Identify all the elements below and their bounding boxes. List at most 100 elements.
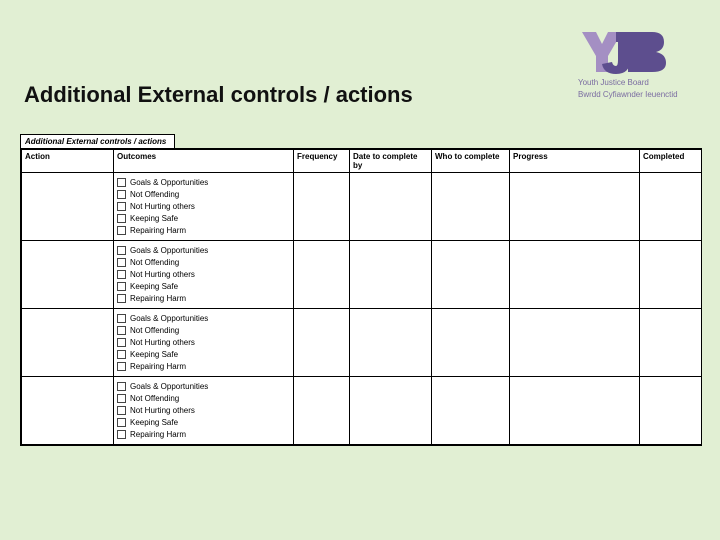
outcome-option: Keeping Safe [117,213,290,224]
cell-action[interactable] [22,309,114,377]
cell-action[interactable] [22,377,114,445]
section-heading: Additional External controls / actions [20,134,175,148]
cell-who[interactable] [432,241,510,309]
outcome-option: Repairing Harm [117,429,290,440]
cell-date[interactable] [350,309,432,377]
outcome-label: Not Hurting others [130,405,195,416]
outcome-label: Goals & Opportunities [130,381,208,392]
outcome-option: Not Offending [117,257,290,268]
cell-date[interactable] [350,377,432,445]
outcome-label: Repairing Harm [130,429,186,440]
outcome-label: Keeping Safe [130,417,178,428]
cell-completed[interactable] [640,241,702,309]
outcome-label: Goals & Opportunities [130,177,208,188]
outcome-option: Not Hurting others [117,269,290,280]
checkbox-icon[interactable] [117,214,126,223]
col-progress: Progress [510,150,640,173]
cell-who[interactable] [432,173,510,241]
outcome-option: Repairing Harm [117,361,290,372]
yjb-logo-icon [578,32,698,76]
checkbox-icon[interactable] [117,418,126,427]
checkbox-icon[interactable] [117,382,126,391]
checkbox-icon[interactable] [117,282,126,291]
cell-action[interactable] [22,241,114,309]
outcome-label: Keeping Safe [130,213,178,224]
outcome-option: Keeping Safe [117,417,290,428]
outcome-label: Repairing Harm [130,361,186,372]
col-frequency: Frequency [294,150,350,173]
checkbox-icon[interactable] [117,338,126,347]
cell-frequency[interactable] [294,241,350,309]
checkbox-icon[interactable] [117,226,126,235]
page-title: Additional External controls / actions [24,82,413,108]
checkbox-icon[interactable] [117,246,126,255]
cell-frequency[interactable] [294,309,350,377]
outcome-option: Keeping Safe [117,349,290,360]
col-completed: Completed [640,150,702,173]
outcome-label: Keeping Safe [130,349,178,360]
checkbox-icon[interactable] [117,394,126,403]
cell-progress[interactable] [510,173,640,241]
cell-completed[interactable] [640,377,702,445]
col-outcomes: Outcomes [114,150,294,173]
outcome-label: Goals & Opportunities [130,245,208,256]
cell-who[interactable] [432,377,510,445]
col-date: Date to complete by [350,150,432,173]
cell-date[interactable] [350,173,432,241]
checkbox-icon[interactable] [117,406,126,415]
outcome-option: Not Offending [117,189,290,200]
brand-logo: Youth Justice Board Bwrdd Cyfiawnder Ieu… [578,32,698,102]
outcome-label: Keeping Safe [130,281,178,292]
table-header-row: Action Outcomes Frequency Date to comple… [22,150,702,173]
outcome-label: Goals & Opportunities [130,313,208,324]
cell-outcomes: Goals & OpportunitiesNot OffendingNot Hu… [114,377,294,445]
table-row: Goals & OpportunitiesNot OffendingNot Hu… [22,173,702,241]
checkbox-icon[interactable] [117,294,126,303]
outcome-option: Not Offending [117,393,290,404]
outcome-label: Not Hurting others [130,337,195,348]
cell-who[interactable] [432,309,510,377]
outcome-label: Repairing Harm [130,293,186,304]
outcome-option: Not Hurting others [117,201,290,212]
outcome-label: Not Offending [130,393,179,404]
col-action: Action [22,150,114,173]
cell-completed[interactable] [640,309,702,377]
cell-progress[interactable] [510,309,640,377]
cell-progress[interactable] [510,241,640,309]
outcome-option: Repairing Harm [117,225,290,236]
checkbox-icon[interactable] [117,258,126,267]
cell-progress[interactable] [510,377,640,445]
outcome-option: Goals & Opportunities [117,177,290,188]
table-row: Goals & OpportunitiesNot OffendingNot Hu… [22,309,702,377]
cell-outcomes: Goals & OpportunitiesNot OffendingNot Hu… [114,241,294,309]
cell-date[interactable] [350,241,432,309]
outcome-option: Not Hurting others [117,405,290,416]
checkbox-icon[interactable] [117,326,126,335]
checkbox-icon[interactable] [117,178,126,187]
checkbox-icon[interactable] [117,430,126,439]
outcome-label: Not Offending [130,325,179,336]
outcome-option: Repairing Harm [117,293,290,304]
checkbox-icon[interactable] [117,350,126,359]
cell-frequency[interactable] [294,377,350,445]
outcome-label: Not Hurting others [130,269,195,280]
checkbox-icon[interactable] [117,314,126,323]
checkbox-icon[interactable] [117,362,126,371]
cell-completed[interactable] [640,173,702,241]
actions-table: Action Outcomes Frequency Date to comple… [21,149,702,445]
outcome-label: Not Offending [130,257,179,268]
outcome-option: Not Hurting others [117,337,290,348]
cell-action[interactable] [22,173,114,241]
brand-name-cy: Bwrdd Cyfiawnder Ieuenctid [578,90,698,100]
cell-frequency[interactable] [294,173,350,241]
outcome-option: Keeping Safe [117,281,290,292]
table-row: Goals & OpportunitiesNot OffendingNot Hu… [22,241,702,309]
outcome-option: Goals & Opportunities [117,313,290,324]
outcome-label: Repairing Harm [130,225,186,236]
external-controls-form: Additional External controls / actions A… [20,148,702,446]
outcome-option: Goals & Opportunities [117,245,290,256]
outcome-option: Not Offending [117,325,290,336]
checkbox-icon[interactable] [117,202,126,211]
checkbox-icon[interactable] [117,190,126,199]
checkbox-icon[interactable] [117,270,126,279]
